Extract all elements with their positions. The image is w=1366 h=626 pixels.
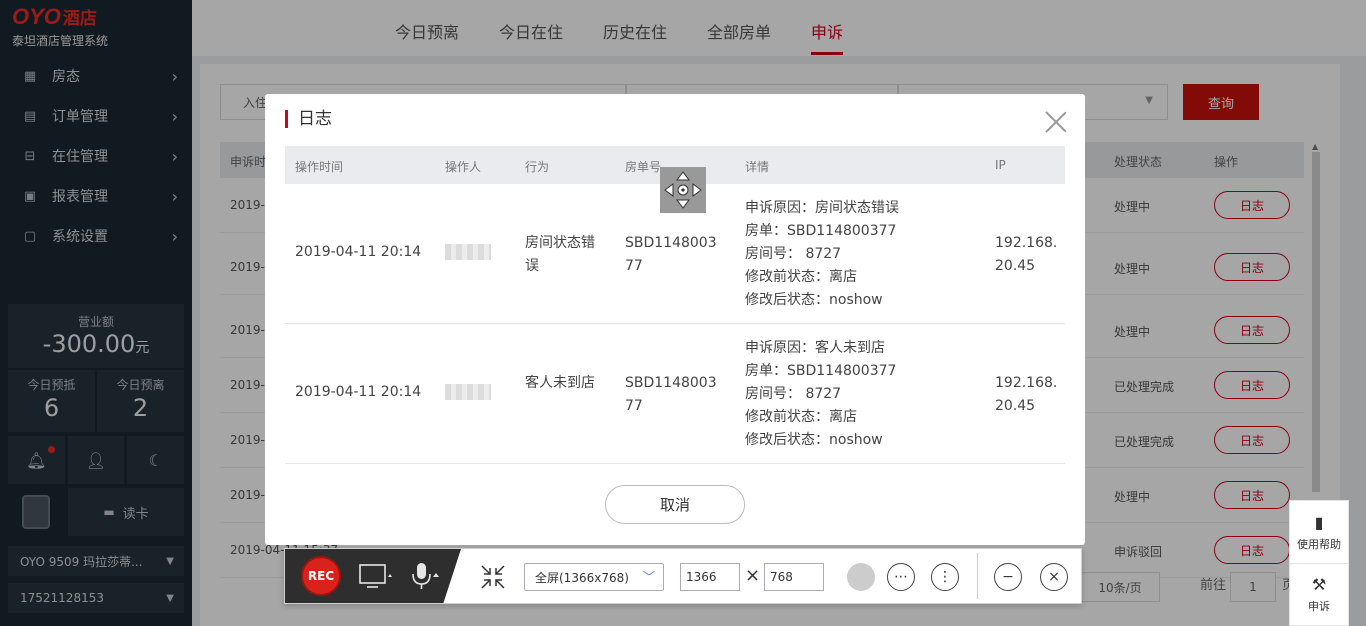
log-details: 申诉原因：客人未到店 房单：SBD114800377 房间号： 8727 修改前… [745,340,897,448]
minimize-icon[interactable]: − [994,563,1022,591]
close-icon[interactable] [1045,110,1067,132]
screen-select-icon[interactable] [359,563,393,593]
help-button[interactable]: ▮ 使用帮助 [1290,501,1348,563]
dimension-separator: × [745,565,761,586]
gavel-icon: ⚒ [1311,575,1327,594]
capture-width-input[interactable]: 1366 [680,563,740,591]
complain-shortcut-button[interactable]: ⚒ 申诉 [1290,563,1348,625]
operator-redacted [445,384,491,400]
capture-height-input[interactable]: 768 [764,563,824,591]
close-recorder-icon[interactable]: × [1040,563,1068,591]
cancel-button[interactable]: 取消 [605,485,745,524]
record-button[interactable]: REC [301,556,341,596]
microphone-icon[interactable] [409,561,441,595]
more-options-icon[interactable]: ⋮ [931,563,959,591]
chevron-down-icon: ﹀ [642,570,655,584]
move-cursor-icon[interactable] [660,167,706,213]
webcam-avatar-icon[interactable] [847,563,875,591]
toolbar-divider [977,553,978,599]
screen-recorder-toolbar: REC 全屏(1366x768) ﹀ 1366 × 768 ⋯ ⋮ − × [284,548,1082,604]
capture-mode-select[interactable]: 全屏(1366x768) ﹀ [524,563,664,591]
operator-redacted [445,244,491,260]
collapse-icon[interactable] [480,564,506,594]
chat-icon[interactable]: ⋯ [887,563,915,591]
log-dialog: 日志 操作时间 操作人 行为 房单号 详情 IP 2019-04-11 20:1… [265,94,1085,545]
help-widget: ▮ 使用帮助 ⚒ 申诉 [1289,500,1349,626]
book-icon: ▮ [1314,512,1324,532]
log-row: 2019-04-11 20:14 客人未到店 SBD114800377 申诉原因… [285,324,1065,464]
log-details: 申诉原因：房间状态错误 房单：SBD114800377 房间号： 8727 修改… [745,200,899,308]
dialog-title: 日志 [285,110,332,128]
